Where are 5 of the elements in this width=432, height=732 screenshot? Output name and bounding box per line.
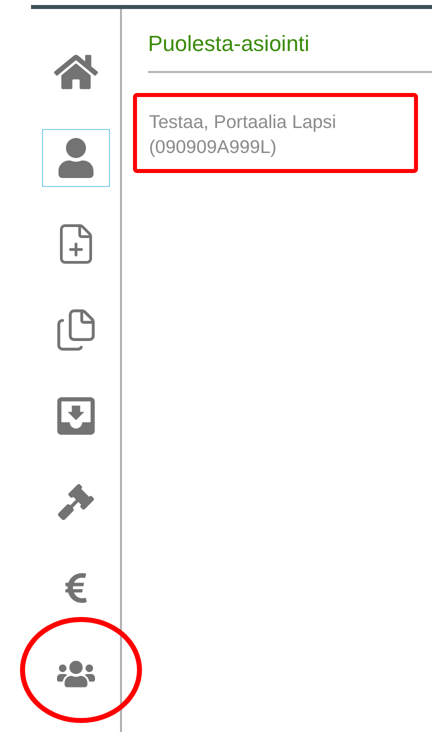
person-id: (090909A999L) (149, 135, 278, 159)
person-card[interactable]: Testaa, Portaalia Lapsi (090909A999L) (133, 93, 418, 173)
person-name: Testaa, Portaalia Lapsi (149, 110, 338, 134)
person-icon[interactable] (42, 129, 110, 187)
page-title: Puolesta-asiointi (148, 31, 432, 73)
